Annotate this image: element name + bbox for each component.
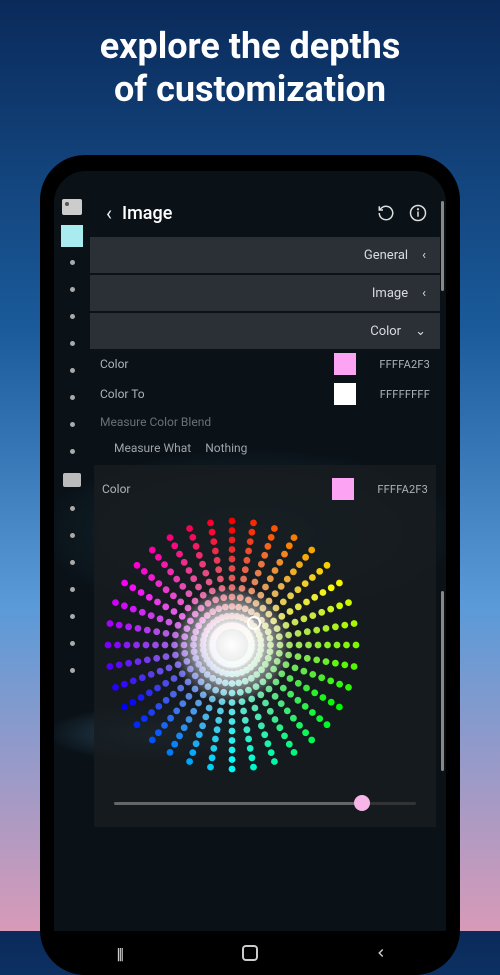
chevron-left-icon: ‹ [422,286,426,301]
layer-dot[interactable] [70,449,75,454]
property-label: Measure Color Blend [100,415,211,429]
layer-dot[interactable] [70,533,75,538]
color-swatch[interactable] [334,383,356,405]
hero-heading: explore the depths of customization [0,0,500,111]
image-icon[interactable] [62,199,82,215]
chevron-down-icon: ⌄ [415,324,426,339]
brightness-slider[interactable] [114,795,416,811]
nav-home-button[interactable] [220,938,280,968]
section-general[interactable]: General ‹ [90,237,440,273]
picker-hex-value: FFFFA2F3 [362,483,428,496]
info-button[interactable] [402,197,434,229]
color-hex-value: FFFFFFFF [364,388,430,401]
picker-label: Color [102,482,324,496]
property-value: Nothing [205,441,247,455]
nav-recent-button[interactable]: ||| [89,938,149,968]
panel-title: Image [122,203,370,224]
reset-button[interactable] [370,197,402,229]
chevron-left-icon: ‹ [422,248,426,263]
layer-dot[interactable] [70,641,75,646]
color-swatch[interactable] [334,353,356,375]
layer-dot[interactable] [70,395,75,400]
layer-dot[interactable] [70,341,75,346]
panel-header: ‹ Image [90,191,440,235]
hero-line2: of customization [20,68,480,111]
layer-dot[interactable] [70,287,75,292]
layer-dot[interactable] [70,422,75,427]
layer-dot[interactable] [70,560,75,565]
layer-dot[interactable] [70,368,75,373]
layer-dot[interactable] [70,668,75,673]
color-picker-panel: Color FFFFA2F3 [94,465,436,827]
picker-header: Color FFFFA2F3 [102,475,428,503]
section-label: General [364,248,408,263]
property-label: Measure What [114,441,191,455]
layer-dot[interactable] [70,587,75,592]
color-wheel[interactable] [102,515,362,775]
slider-thumb[interactable] [354,795,370,811]
phone-screen: ‹ Image General ‹ Image ‹ [54,171,446,975]
editor-panel: ‹ Image General ‹ Image ‹ [90,171,446,975]
layer-rail [54,171,90,975]
property-label: Color [100,357,326,371]
layer-dot[interactable] [70,614,75,619]
property-color[interactable]: Color FFFFA2F3 [90,349,440,379]
property-label: Color To [100,387,326,401]
back-button[interactable]: ‹ [96,201,122,225]
property-color-to[interactable]: Color To FFFFFFFF [90,379,440,409]
layer-dot[interactable] [70,260,75,265]
color-hex-value: FFFFA2F3 [364,358,430,371]
image-icon[interactable] [63,473,81,487]
property-measure-what[interactable]: Measure What Nothing [90,435,440,461]
section-color[interactable]: Color ⌄ [90,313,440,349]
nav-back-button[interactable] [351,938,411,968]
layer-dot[interactable] [70,506,75,511]
layer-dot[interactable] [70,314,75,319]
section-label: Color [370,324,401,339]
section-image[interactable]: Image ‹ [90,275,440,311]
phone-frame: ‹ Image General ‹ Image ‹ [40,155,460,975]
section-label: Image [372,286,408,301]
hero-line1: explore the depths [20,25,480,68]
android-navbar: ||| [54,931,446,975]
selected-layer-swatch[interactable] [61,225,83,247]
picker-swatch[interactable] [332,478,354,500]
property-measure-blend[interactable]: Measure Color Blend [90,409,440,435]
slider-track [114,802,416,805]
